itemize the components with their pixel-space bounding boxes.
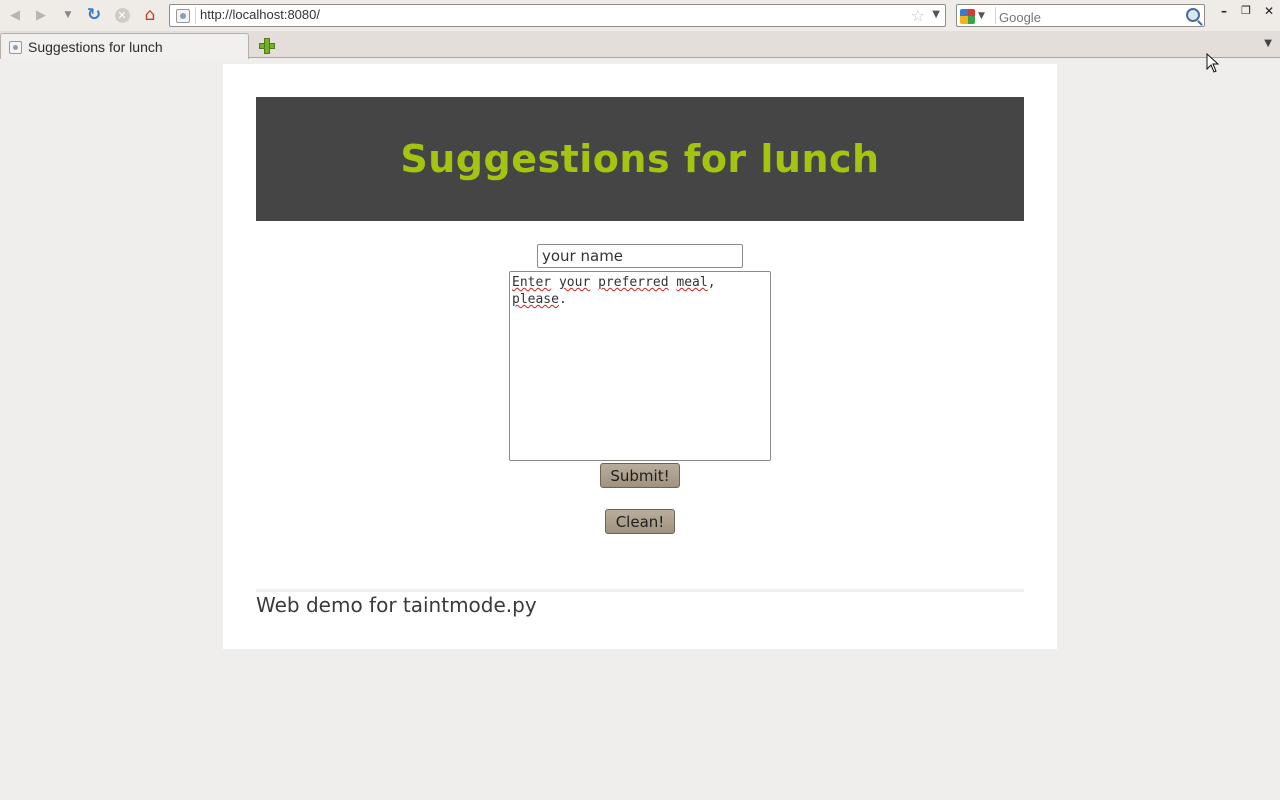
textarea-word: your <box>558 275 591 290</box>
tab-favicon-icon <box>9 41 22 54</box>
back-icon[interactable]: ◀ <box>5 5 25 25</box>
page-header: Suggestions for lunch <box>256 97 1024 221</box>
textarea-punct: , <box>707 275 716 290</box>
tab-label: Suggestions for lunch <box>28 39 163 55</box>
textarea-line-1: Enter your preferred meal, <box>512 274 768 291</box>
search-input[interactable] <box>999 9 1179 26</box>
footer-text: Web demo for taintmode.py <box>256 593 537 617</box>
textarea-word: Enter <box>512 275 552 290</box>
site-identity-icon[interactable] <box>176 9 190 23</box>
reload-icon[interactable]: ↻ <box>84 5 104 25</box>
meal-textarea[interactable]: Enter your preferred meal, please. <box>509 271 771 461</box>
maximize-icon[interactable]: ❐ <box>1239 4 1253 17</box>
submit-button[interactable]: Submit! <box>600 463 680 488</box>
tab-list-dropdown-icon[interactable]: ▼ <box>1264 38 1272 49</box>
bookmark-star-icon[interactable]: ☆ <box>911 6 925 25</box>
home-icon[interactable]: ⌂ <box>140 5 160 25</box>
mouse-cursor-icon <box>1206 53 1220 73</box>
footer-divider <box>256 589 1024 592</box>
url-text[interactable]: http://localhost:8080/ <box>200 7 320 22</box>
textarea-space <box>551 275 559 290</box>
textarea-word: please <box>512 292 559 307</box>
search-engine-selector[interactable]: ▼ <box>960 8 996 24</box>
tab-active[interactable]: Suggestions for lunch <box>0 33 249 59</box>
tab-strip: Suggestions for lunch <box>0 31 1280 59</box>
search-input-wrap <box>995 7 1185 26</box>
name-field[interactable] <box>537 244 743 268</box>
search-bar[interactable]: ▼ <box>956 4 1205 27</box>
url-bar[interactable]: http://localhost:8080/ ☆ ▼ <box>169 4 946 27</box>
stop-icon[interactable]: ✕ <box>112 5 132 25</box>
textarea-word: preferred <box>598 275 669 290</box>
minimize-icon[interactable]: – <box>1217 4 1231 18</box>
new-tab-plus-icon[interactable] <box>256 36 276 54</box>
browser-toolbar: ◀ ▶ ▼ ↻ ✕ ⌂ http://localhost:8080/ ☆ ▼ ▼… <box>0 0 1280 31</box>
url-separator <box>195 7 196 24</box>
history-dropdown-icon[interactable]: ▼ <box>58 5 78 25</box>
google-icon <box>960 8 975 24</box>
url-dropdown-icon[interactable]: ▼ <box>932 9 940 20</box>
clean-button[interactable]: Clean! <box>605 509 675 534</box>
forward-icon[interactable]: ▶ <box>31 5 51 25</box>
close-icon[interactable]: ✕ <box>1262 4 1276 18</box>
page-container: Suggestions for lunch Enter your preferr… <box>223 64 1057 649</box>
chevron-down-icon: ▼ <box>978 11 985 21</box>
textarea-punct: . <box>558 292 567 307</box>
page-title: Suggestions for lunch <box>400 137 880 181</box>
search-icon[interactable] <box>1186 8 1200 22</box>
textarea-line-2: please. <box>512 291 768 308</box>
textarea-word: meal <box>676 275 708 290</box>
textarea-space <box>590 275 598 290</box>
